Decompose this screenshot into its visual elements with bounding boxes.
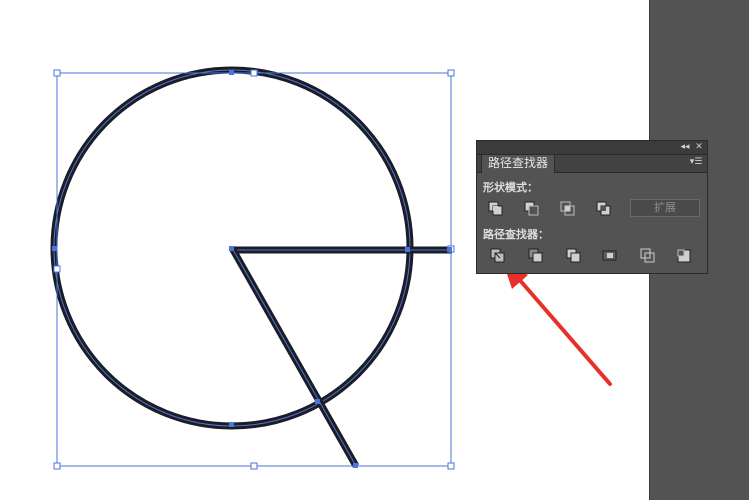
handle-top-middle [250, 69, 258, 77]
handle-top-left [53, 69, 61, 77]
expand-button[interactable]: 扩展 [630, 199, 700, 217]
panel-menu-icon[interactable]: ▾☰ [689, 157, 703, 169]
anchor-line-end-bottom [353, 463, 358, 468]
anchor-bottom [229, 422, 234, 427]
unite-icon[interactable] [487, 200, 505, 218]
crop-icon[interactable] [601, 247, 619, 265]
anchor-left [52, 246, 57, 251]
divide-icon[interactable] [489, 247, 507, 265]
handle-top-right [447, 69, 455, 77]
panel-title-bar[interactable]: ◂◂ ✕ [477, 141, 707, 155]
anchor-center [229, 246, 234, 251]
close-icon[interactable]: ✕ [693, 141, 705, 154]
minus-front-icon[interactable] [523, 200, 541, 218]
handle-bottom-left [53, 462, 61, 470]
anchor-line-end-right [447, 247, 452, 252]
handle-bottom-right [447, 462, 455, 470]
annotation-arrow [503, 262, 612, 386]
intersect-icon[interactable] [559, 200, 577, 218]
exclude-icon[interactable] [595, 200, 613, 218]
minus-back-icon[interactable] [675, 247, 693, 265]
tab-pathfinder[interactable]: 路径查找器 [481, 155, 556, 173]
bounding-box-handles[interactable] [53, 69, 455, 470]
diagonal-line-highlight [231, 247, 357, 467]
anchor-intersect-diag [315, 399, 320, 404]
merge-icon[interactable] [565, 247, 583, 265]
handle-middle-left [53, 265, 61, 273]
pathfinders-label: 路径查找器： [483, 228, 549, 241]
selection-bounding-box [56, 72, 452, 467]
anchor-top [229, 70, 234, 75]
shape-modes-label: 形状模式： [483, 181, 538, 194]
panel-tab-row: 路径查找器 ▾☰ [477, 155, 707, 173]
trim-icon[interactable] [527, 247, 545, 265]
pathfinder-panel: ◂◂ ✕ 路径查找器 ▾☰ 形状模式： 扩展 路径查找器： [476, 140, 708, 274]
handle-bottom-middle [250, 462, 258, 470]
anchor-points[interactable] [52, 70, 452, 468]
double-chevron-left-icon[interactable]: ◂◂ [679, 141, 691, 154]
outline-icon[interactable] [639, 247, 657, 265]
anchor-intersect-right [405, 247, 410, 252]
